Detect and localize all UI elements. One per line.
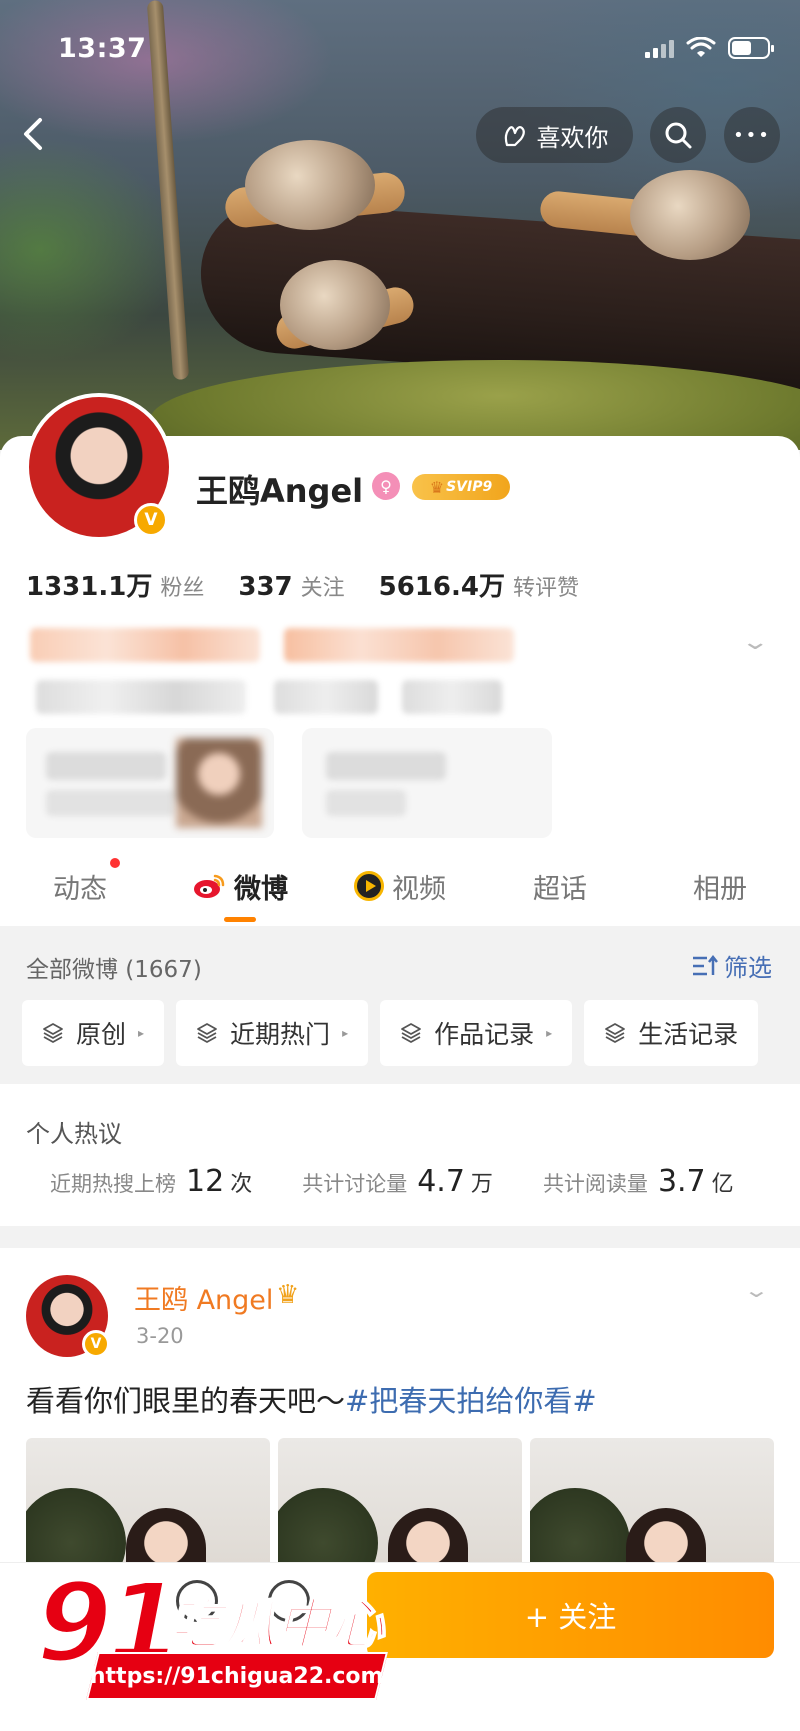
watermark-url: https://91chigua22.com [86,1652,388,1700]
status-bar: 13:37 [58,28,774,68]
cellular-signal-icon [645,38,674,58]
caret-right-icon: ▸ [342,1026,349,1040]
crown-icon: ♛ [276,1280,300,1310]
redacted-info [402,680,502,714]
profile-tabs: 动态 微博 视频 超话 相册 [0,846,800,926]
hot-stats: 近期热搜上榜 12 次 共计讨论量 4.7 万 共计阅读量 3.7 亿 [50,1164,734,1199]
wifi-icon [686,37,716,57]
chip-works[interactable]: 作品记录 ▸ [380,1000,573,1066]
post-hashtag[interactable]: #把春天拍给你看# [345,1384,597,1418]
snail-shell [630,170,750,260]
weibo-logo-icon [194,874,225,898]
caret-right-icon: ▸ [546,1026,553,1040]
status-time: 13:37 [58,32,147,64]
tab-super-topic[interactable]: 超话 [480,846,640,926]
profile-name: 王鸥Angel [196,472,364,510]
redacted-info [30,628,260,662]
follow-button[interactable]: + 关注 [367,1572,774,1658]
personal-hot-panel: 个人热议 近期热搜上榜 12 次 共计讨论量 4.7 万 共计阅读量 3.7 亿 [0,1084,800,1226]
category-chips: 原创 ▸ 近期热门 ▸ 作品记录 ▸ 生活记录 [22,1000,759,1066]
active-tab-indicator [224,917,256,922]
chip-original[interactable]: 原创 ▸ [22,1000,165,1066]
feed-filter-area: 全部微博 (1667) 筛选 原创 ▸ 近期热门 ▸ 作品记录 ▸ 生活记录 [0,926,800,1082]
status-icons [645,37,774,59]
stat-likes[interactable]: 5616.4万 转评赞 [379,566,579,603]
more-button[interactable]: ••• [724,107,780,163]
layers-icon [401,1023,421,1043]
layers-icon [605,1023,626,1043]
post-author[interactable]: 王鸥 Angel [134,1278,273,1317]
verified-badge-icon: V [134,503,168,537]
post-date: 3-20 [136,1324,184,1348]
search-button[interactable] [650,107,706,163]
search-icon [665,122,692,149]
svip-badge[interactable]: ♛ SVIP9 [412,474,510,500]
like-you-label: 喜欢你 [536,123,609,152]
info-card[interactable] [302,728,552,838]
filter-icon [693,954,718,975]
like-you-button[interactable]: 喜欢你 [476,107,633,163]
redacted-info [284,628,514,662]
filter-button[interactable]: 筛选 [692,948,772,983]
redacted-info [274,680,378,714]
tab-videos[interactable]: 视频 [320,846,480,926]
back-button[interactable] [18,112,58,160]
watermark-brand: 吃瓜中心 [167,1593,385,1656]
layers-icon [197,1023,217,1043]
more-icon: ••• [733,124,771,146]
tab-weibo[interactable]: 微博 [160,846,320,926]
verified-badge-icon: V [82,1330,110,1358]
svip-label: SVIP9 [446,479,493,495]
tab-dynamics[interactable]: 动态 [0,846,160,926]
caret-right-icon: ▸ [138,1026,145,1040]
snail-shell [280,260,390,350]
female-gender-icon: ♀ [372,472,400,500]
unread-dot [110,858,120,868]
info-card[interactable] [26,728,274,838]
all-weibo-count: 全部微博 (1667) [26,957,202,983]
chevron-left-icon [24,118,42,150]
battery-icon [728,37,774,59]
hand-heart-icon [504,126,525,147]
video-play-icon [354,871,384,901]
layers-icon [43,1023,63,1043]
crown-icon: ♛ [429,477,445,497]
snail-shell [245,140,375,230]
redacted-info [36,680,246,714]
post-menu-chevron-icon[interactable]: ⌄ [743,1278,770,1302]
expand-chevron-icon[interactable]: ⌄ [740,630,770,655]
stat-following[interactable]: 337 关注 [238,570,344,602]
chip-life[interactable]: 生活记录 [584,1000,759,1066]
post-text: 看看你们眼里的春天吧～#把春天拍给你看# [26,1384,597,1418]
profile-stats: 1331.1万 粉丝 337 关注 5616.4万 转评赞 [26,566,613,603]
stat-fans[interactable]: 1331.1万 粉丝 [26,566,204,603]
chip-recent-hot[interactable]: 近期热门 ▸ [176,1000,369,1066]
tab-album[interactable]: 相册 [640,846,800,926]
hot-title: 个人热议 [26,1120,122,1148]
